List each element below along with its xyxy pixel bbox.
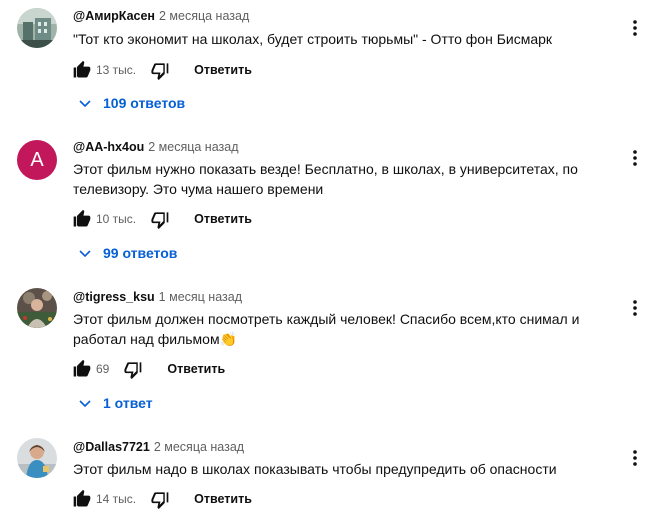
comment-header: @Dallas7721 2 месяца назад (73, 439, 244, 455)
comment-time[interactable]: 2 месяца назад (159, 9, 249, 23)
avatar[interactable] (17, 288, 57, 328)
reply-button[interactable]: Ответить (194, 492, 252, 506)
comment-text: Этот фильм должен посмотреть каждый чело… (73, 309, 603, 349)
chevron-down-icon (77, 394, 95, 412)
comment-text: Этот фильм надо в школах показывать чтоб… (73, 461, 557, 477)
view-replies-button[interactable]: 99 ответов (77, 242, 177, 264)
avatar[interactable] (17, 8, 57, 48)
comment-text-body: Этот фильм должен посмотреть каждый чело… (73, 311, 580, 347)
like-count: 69 (96, 362, 110, 376)
comment-actions: 14 тыс. Ответить (70, 487, 252, 511)
chevron-down-icon (77, 94, 95, 112)
thumbs-up-icon[interactable] (70, 58, 94, 82)
thumbs-up-icon[interactable] (70, 207, 94, 231)
thumbs-up-icon[interactable] (70, 357, 94, 381)
comments-section: @АмирКасен 2 месяца назад "Тот кто эконом… (0, 0, 647, 513)
comment-time[interactable]: 1 месяц назад (159, 290, 242, 304)
reply-button[interactable]: Ответить (167, 362, 225, 376)
comment-author[interactable]: @AA-hx4ou (73, 140, 144, 154)
comment-author[interactable]: @Dallas7721 (73, 440, 150, 454)
comment-time[interactable]: 2 месяца назад (154, 440, 244, 454)
comment-actions: 10 тыс. Ответить (70, 207, 252, 231)
avatar[interactable]: A (17, 140, 57, 180)
replies-label: 109 ответов (103, 95, 186, 111)
more-vert-icon[interactable] (627, 148, 643, 168)
reply-button[interactable]: Ответить (194, 212, 252, 226)
comment-header: @AA-hx4ou 2 месяца назад (73, 139, 238, 155)
more-vert-icon[interactable] (627, 298, 643, 318)
comment-author[interactable]: @tigress_ksu (73, 290, 155, 304)
clapping-hands-icon: 👏 (219, 331, 238, 347)
more-vert-icon[interactable] (627, 448, 643, 468)
comment-time[interactable]: 2 месяца назад (148, 140, 238, 154)
thumbs-down-icon[interactable] (121, 357, 145, 381)
thumbs-up-icon[interactable] (70, 487, 94, 511)
view-replies-button[interactable]: 109 ответов (77, 92, 185, 114)
replies-label: 99 ответов (103, 245, 178, 261)
like-count: 13 тыс. (96, 63, 137, 77)
comment-text: "Тот кто экономит на школах, будет строи… (73, 31, 553, 47)
thumbs-down-icon[interactable] (148, 58, 172, 82)
comment-header: @tigress_ksu 1 месяц назад (73, 289, 242, 305)
thumbs-down-icon[interactable] (148, 207, 172, 231)
reply-button[interactable]: Ответить (194, 63, 252, 77)
comment-text: Этот фильм нужно показать везде! Бесплат… (73, 161, 578, 197)
chevron-down-icon (77, 244, 95, 262)
comment-actions: 69 Ответить (70, 357, 225, 381)
comment-actions: 13 тыс. Ответить (70, 58, 252, 82)
view-replies-button[interactable]: 1 ответ (77, 392, 153, 414)
replies-label: 1 ответ (103, 395, 153, 411)
avatar[interactable] (17, 438, 57, 478)
comment-header: @АмирКасен 2 месяца назад (73, 8, 249, 24)
like-count: 10 тыс. (96, 212, 137, 226)
comment-author[interactable]: @АмирКасен (73, 9, 155, 23)
thumbs-down-icon[interactable] (148, 487, 172, 511)
more-vert-icon[interactable] (627, 18, 643, 38)
like-count: 14 тыс. (96, 492, 137, 506)
